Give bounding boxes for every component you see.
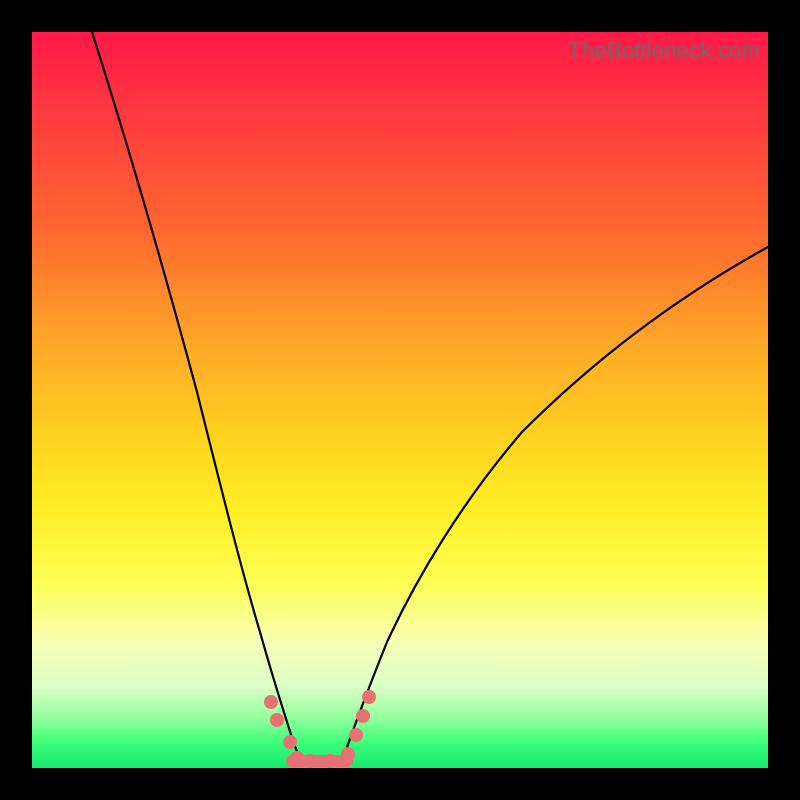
point bbox=[303, 754, 317, 768]
point bbox=[362, 690, 376, 704]
plot-area: TheBottleneck.com bbox=[32, 32, 768, 768]
point bbox=[283, 735, 297, 749]
curve-layer bbox=[32, 32, 768, 768]
point bbox=[349, 728, 363, 742]
point bbox=[264, 695, 278, 709]
point bbox=[290, 751, 304, 765]
curve-left bbox=[92, 32, 302, 762]
point bbox=[356, 709, 370, 723]
chart-frame: TheBottleneck.com bbox=[0, 0, 800, 800]
curve-right bbox=[342, 247, 768, 762]
point bbox=[323, 754, 337, 768]
point bbox=[270, 713, 284, 727]
point bbox=[341, 747, 355, 761]
